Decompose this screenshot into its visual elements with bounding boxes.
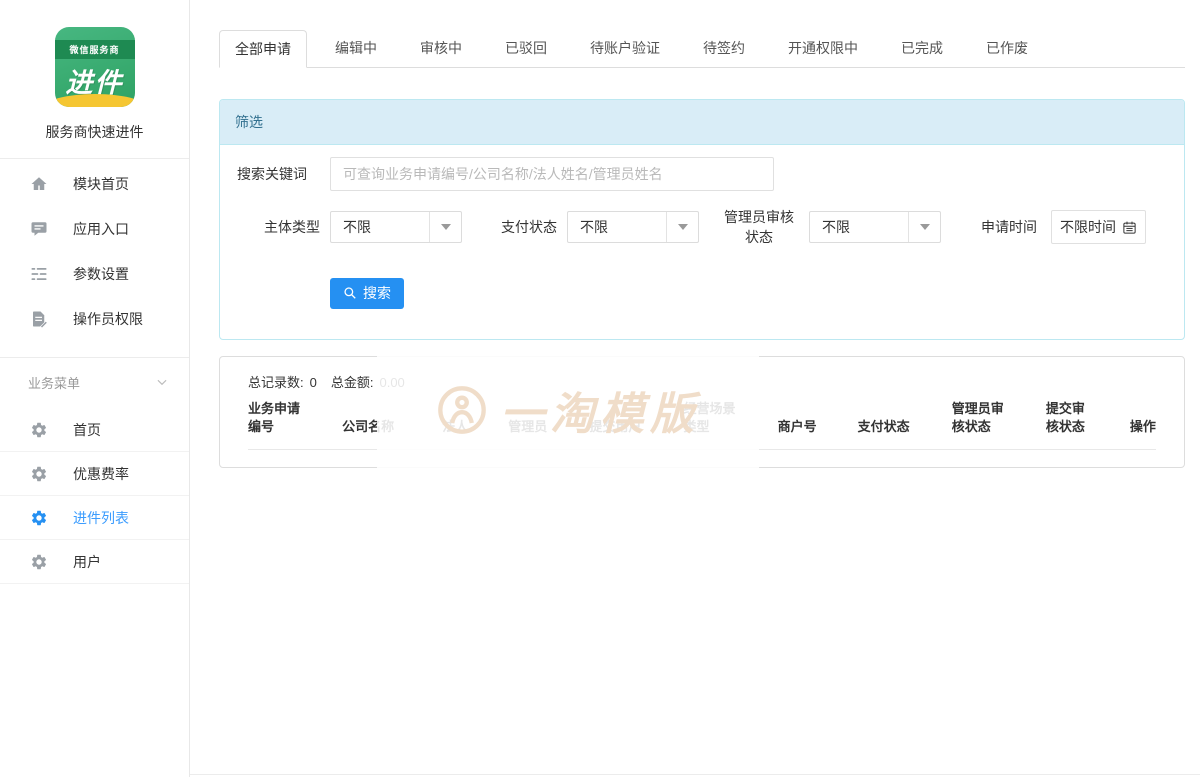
sidebar-sub-menu: 首页 优惠费率 进件列表 用户 [0, 406, 189, 584]
sidebar-item-home[interactable]: 首页 [0, 408, 189, 452]
search-button[interactable]: 搜索 [330, 278, 404, 309]
gear-icon [30, 553, 48, 571]
sidebar-item-param-settings[interactable]: 参数设置 [0, 251, 189, 296]
subject-type-value: 不限 [331, 212, 429, 242]
pay-status-value: 不限 [568, 212, 666, 242]
total-amount-label: 总金额: [331, 375, 374, 390]
column-header-merchant-number: 商户号 [778, 418, 822, 437]
gear-icon [30, 509, 48, 527]
tab-all-applications[interactable]: 全部申请 [219, 30, 307, 68]
search-button-label: 搜索 [363, 283, 391, 303]
admin-audit-status-label: 管理员审核状态 [723, 207, 795, 248]
sidebar-item-label: 首页 [73, 420, 101, 440]
sidebar-section-business-menu[interactable]: 业务菜单 [0, 358, 189, 406]
tab-voided[interactable]: 已作废 [971, 30, 1043, 67]
column-header-submit-user: 提交用户 [589, 418, 647, 437]
apply-time-picker[interactable]: 不限时间 [1051, 210, 1146, 244]
tab-under-review[interactable]: 审核中 [405, 30, 477, 67]
column-header-business-scene-type: 经营场景类型 [683, 400, 741, 438]
filter-panel-title: 筛选 [220, 100, 1184, 145]
column-header-legal-person: 法人 [442, 418, 472, 437]
sidebar-item-module-home[interactable]: 模块首页 [0, 161, 189, 206]
tab-pending-signing[interactable]: 待签约 [688, 30, 760, 67]
admin-audit-status-select[interactable]: 不限 [809, 211, 941, 243]
calendar-icon [1122, 220, 1137, 235]
keyword-label: 搜索关键词 [235, 164, 320, 184]
tab-rejected[interactable]: 已驳回 [490, 30, 562, 67]
sidebar-item-label: 模块首页 [73, 174, 129, 194]
admin-audit-status-value: 不限 [810, 212, 908, 242]
logo-arc-decoration [55, 94, 135, 107]
sidebar-item-application-list[interactable]: 进件列表 [0, 496, 189, 540]
caret-down-icon [920, 224, 930, 230]
column-header-submit-audit-status: 提交审核状态 [1046, 400, 1092, 438]
caret-down-icon [678, 224, 688, 230]
keyword-input[interactable] [330, 157, 774, 191]
tab-permission-opening[interactable]: 开通权限中 [773, 30, 873, 67]
select-caret-button[interactable] [666, 212, 698, 242]
comment-icon [30, 220, 48, 238]
main-content: 全部申请 编辑中 审核中 已驳回 待账户验证 待签约 开通权限中 已完成 已作废… [190, 0, 1200, 468]
filter-panel: 筛选 搜索关键词 主体类型 不限 支付状态 不限 管理员审核状态 [219, 99, 1185, 340]
pay-status-select[interactable]: 不限 [567, 211, 699, 243]
sidebar-item-label: 用户 [73, 552, 101, 572]
tab-pending-account-verification[interactable]: 待账户验证 [575, 30, 675, 67]
apply-time-label: 申请时间 [981, 217, 1037, 237]
settings-list-icon [30, 265, 48, 283]
subject-type-label: 主体类型 [235, 217, 320, 237]
pay-status-label: 支付状态 [501, 217, 557, 237]
gear-icon [30, 421, 48, 439]
column-header-application-number: 业务申请编号 [248, 400, 306, 438]
sidebar: 微信服务商 进件 服务商快速进件 模块首页 应用入口 参数设置 操作员权限 业务… [0, 0, 190, 777]
sidebar-item-label: 优惠费率 [73, 464, 129, 484]
sidebar-item-label: 进件列表 [73, 508, 129, 528]
footer-divider [190, 774, 1200, 775]
table-header-row: 业务申请编号 公司名称 法人 管理员 提交用户 经营场景类型 商户号 支付状态 … [248, 400, 1156, 451]
keyword-row: 搜索关键词 [235, 157, 1169, 191]
gear-icon [30, 465, 48, 483]
column-header-actions: 操作 [1128, 418, 1156, 437]
select-caret-button[interactable] [429, 212, 461, 242]
sidebar-item-label: 参数设置 [73, 264, 129, 284]
sidebar-item-label: 应用入口 [73, 219, 129, 239]
logo-banner-text: 微信服务商 [55, 40, 135, 59]
select-caret-button[interactable] [908, 212, 940, 242]
status-tab-bar: 全部申请 编辑中 审核中 已驳回 待账户验证 待签约 开通权限中 已完成 已作废 [219, 30, 1185, 68]
subject-type-select[interactable]: 不限 [330, 211, 462, 243]
column-header-company-name: 公司名称 [342, 418, 406, 437]
app-title: 服务商快速进件 [0, 122, 189, 142]
home-icon [30, 175, 48, 193]
app-logo: 微信服务商 进件 [55, 27, 135, 107]
tab-completed[interactable]: 已完成 [886, 30, 958, 67]
column-header-pay-status: 支付状态 [858, 418, 916, 437]
filter-panel-body: 搜索关键词 主体类型 不限 支付状态 不限 管理员审核状态 不限 [220, 145, 1184, 339]
results-summary: 总记录数: 0 总金额: 0.00 [248, 372, 1156, 391]
search-icon [343, 286, 357, 300]
search-row: 搜索 [235, 278, 1169, 309]
document-edit-icon [30, 310, 48, 328]
sidebar-section-label: 业务菜单 [28, 373, 80, 392]
app-logo-area: 微信服务商 进件 服务商快速进件 [0, 0, 189, 142]
sidebar-item-operator-permissions[interactable]: 操作员权限 [0, 296, 189, 341]
records-count-label: 总记录数: [248, 375, 304, 390]
tab-editing[interactable]: 编辑中 [320, 30, 392, 67]
sidebar-item-app-entry[interactable]: 应用入口 [0, 206, 189, 251]
records-count-value: 0 [310, 375, 317, 390]
chevron-down-icon [155, 375, 169, 389]
total-amount-value: 0.00 [379, 375, 404, 390]
column-header-admin-audit-status: 管理员审核状态 [952, 400, 1010, 438]
column-header-administrator: 管理员 [508, 418, 553, 437]
results-panel: 总记录数: 0 总金额: 0.00 业务申请编号 公司名称 法人 管理员 提交用户 经… [219, 356, 1185, 468]
apply-time-value: 不限时间 [1060, 217, 1116, 237]
sidebar-item-label: 操作员权限 [73, 309, 143, 329]
sidebar-item-users[interactable]: 用户 [0, 540, 189, 584]
select-filters-row: 主体类型 不限 支付状态 不限 管理员审核状态 不限 申请时间 不限时间 [235, 207, 1169, 248]
sidebar-main-menu: 模块首页 应用入口 参数设置 操作员权限 [0, 159, 189, 341]
sidebar-item-discount-rate[interactable]: 优惠费率 [0, 452, 189, 496]
caret-down-icon [441, 224, 451, 230]
